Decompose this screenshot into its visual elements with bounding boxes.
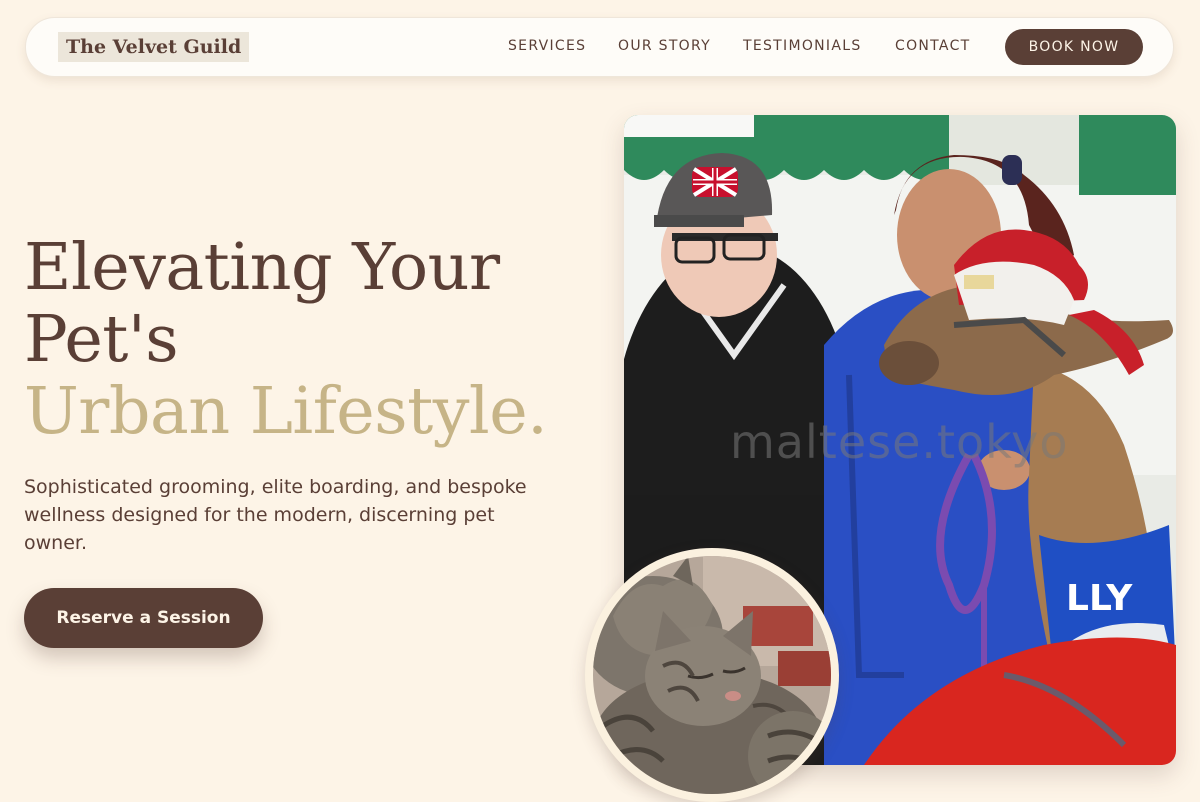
- nav-links: SERVICES OUR STORY TESTIMONIALS CONTACT: [26, 18, 1173, 76]
- nav-link-testimonials[interactable]: TESTIMONIALS: [743, 38, 862, 54]
- nav-link-services[interactable]: SERVICES: [508, 38, 586, 54]
- headline-line-2: Pet's: [24, 302, 179, 377]
- top-navbar: The Velvet Guild SERVICES OUR STORY TEST…: [25, 17, 1174, 77]
- headline-accent: Urban Lifestyle.: [24, 374, 548, 449]
- cat-photo-illustration: [593, 556, 831, 794]
- reserve-session-button[interactable]: Reserve a Session: [24, 588, 263, 648]
- cat-photo-circle: [585, 548, 839, 802]
- book-now-button[interactable]: BOOK NOW: [1005, 29, 1143, 65]
- nav-link-our-story[interactable]: OUR STORY: [618, 38, 711, 54]
- hero-subtext: Sophisticated grooming, elite boarding, …: [24, 476, 527, 554]
- headline-line-1: Elevating Your: [24, 230, 500, 305]
- alpaca-sweater-text: LLY: [1066, 578, 1133, 619]
- image-watermark: maltese.tokyo: [730, 415, 1069, 469]
- nav-link-contact[interactable]: CONTACT: [895, 38, 971, 54]
- hero-headline: Elevating Your Pet's Urban Lifestyle.: [24, 230, 548, 449]
